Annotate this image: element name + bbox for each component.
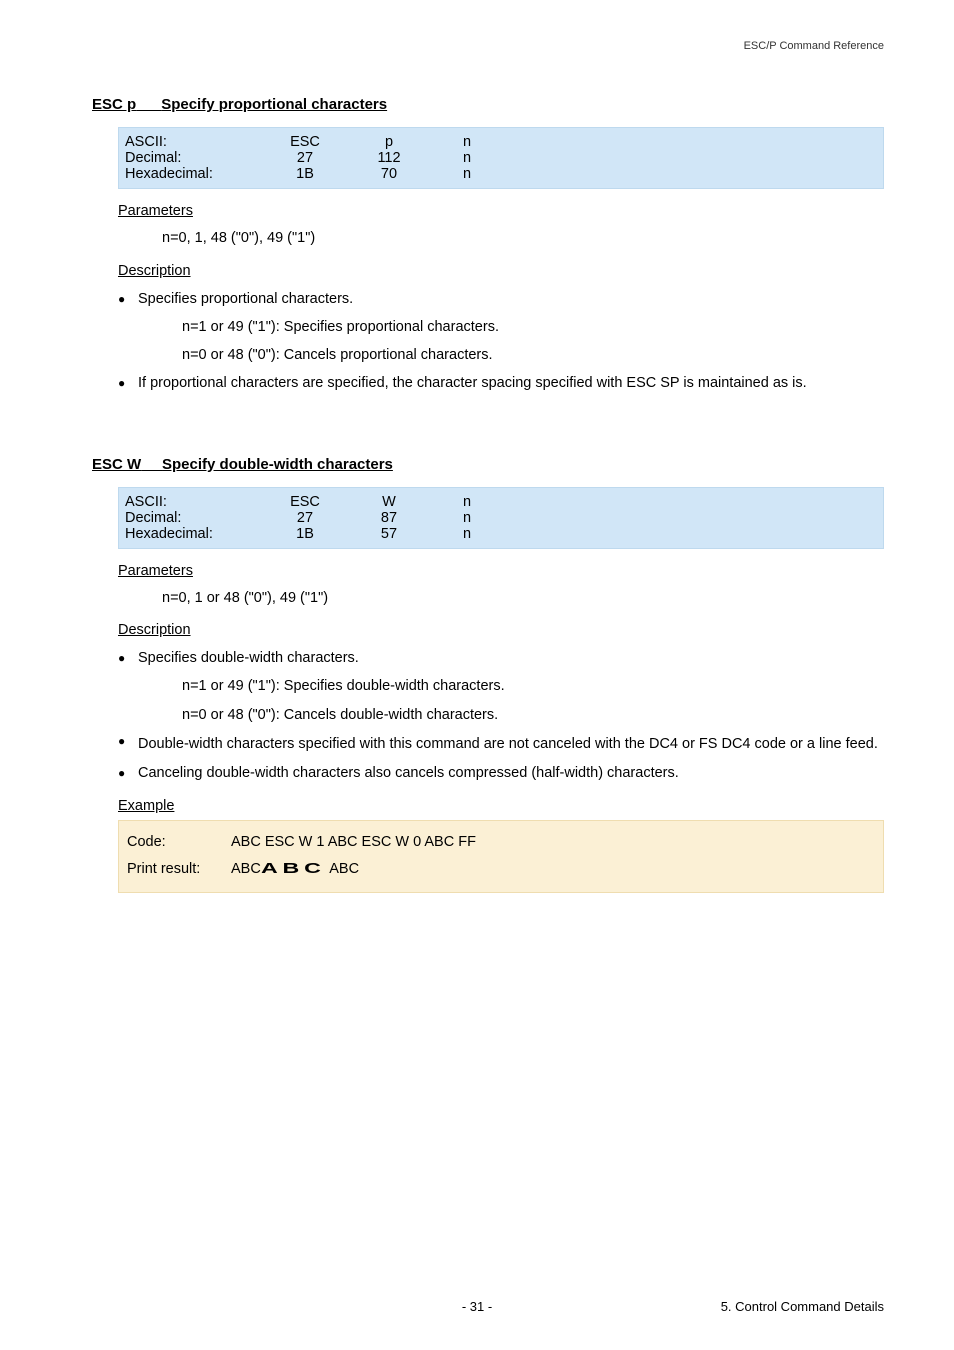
table-row: Decimal: 27 112 n [119, 150, 883, 166]
code-val: n [449, 134, 485, 150]
code-val: n [449, 494, 485, 510]
bullet-text: Specifies proportional characters. [138, 291, 353, 307]
code-val: ESC [281, 494, 329, 510]
example-block: Code: ABC ESC W 1 ABC ESC W 0 ABC FF Pri… [118, 820, 884, 893]
section-text: Specify double-width characters [162, 456, 393, 473]
table-row: Hexadecimal: 1B 57 n [119, 526, 883, 542]
list-item: If proportional characters are specified… [118, 369, 884, 397]
section-cmd: ESC p [92, 96, 136, 113]
example-code-value: ABC ESC W 1 ABC ESC W 0 ABC FF [231, 829, 476, 857]
section-cmd: ESC W [92, 456, 141, 473]
code-rowlabel: ASCII: [125, 134, 245, 150]
code-val: n [449, 150, 485, 166]
parameters-value: n=0, 1 or 48 ("0"), 49 ("1") [162, 585, 884, 613]
description-list: Specifies proportional characters. n=1 o… [118, 285, 884, 398]
description-heading: Description [118, 622, 884, 638]
code-val: n [449, 526, 485, 542]
table-row: Hexadecimal: 1B 70 n [119, 166, 883, 182]
bullet-sub: n=1 or 49 ("1"): Specifies proportional … [182, 313, 884, 341]
bullet-text: Specifies double-width characters. [138, 650, 359, 666]
code-val: 57 [365, 526, 413, 542]
table-row: Decimal: 27 87 n [119, 510, 883, 526]
example-code-label: Code: [127, 829, 231, 857]
print-seg-normal: ABC [231, 856, 261, 884]
example-print-value: ABCABCABC [231, 856, 359, 884]
code-rowlabel: Hexadecimal: [125, 166, 245, 182]
example-heading: Example [118, 798, 884, 814]
code-val: 1B [281, 166, 329, 182]
example-print-row: Print result: ABCABCABC [119, 856, 883, 884]
code-val: 70 [365, 166, 413, 182]
code-rowlabel: Decimal: [125, 150, 245, 166]
print-seg-normal: ABC [329, 856, 359, 884]
code-val: 27 [281, 150, 329, 166]
section-body-escp: ASCII: ESC p n Decimal: 27 112 n Hexadec… [118, 127, 884, 398]
example-code-row: Code: ABC ESC W 1 ABC ESC W 0 ABC FF [119, 829, 883, 857]
code-val: 112 [365, 150, 413, 166]
example-print-label: Print result: [127, 856, 231, 884]
page-number: - 31 - [462, 1299, 492, 1314]
description-list: Specifies double-width characters. n=1 o… [118, 644, 884, 788]
code-rowlabel: ASCII: [125, 494, 245, 510]
footer-section: 5. Control Command Details [721, 1299, 884, 1314]
bullet-sub: n=0 or 48 ("0"): Cancels proportional ch… [182, 341, 884, 369]
list-item: Canceling double-width characters also c… [118, 759, 884, 787]
list-item: Specifies proportional characters. n=1 o… [118, 285, 884, 370]
description-heading: Description [118, 263, 884, 279]
code-val: 87 [365, 510, 413, 526]
bullet-text: Canceling double-width characters also c… [138, 765, 679, 781]
parameters-heading: Parameters [118, 203, 884, 219]
print-seg-wide: ABC [261, 856, 326, 884]
list-item: Double-width characters specified with t… [118, 729, 884, 759]
code-table: ASCII: ESC W n Decimal: 27 87 n Hexadeci… [118, 487, 884, 549]
code-val: ESC [281, 134, 329, 150]
code-table: ASCII: ESC p n Decimal: 27 112 n Hexadec… [118, 127, 884, 189]
bullet-text: If proportional characters are specified… [138, 375, 807, 391]
table-row: ASCII: ESC W n [119, 494, 883, 510]
bullet-sub: n=1 or 49 ("1"): Specifies double-width … [182, 672, 884, 700]
parameters-heading: Parameters [118, 563, 884, 579]
code-val: 1B [281, 526, 329, 542]
parameters-value: n=0, 1, 48 ("0"), 49 ("1") [162, 225, 884, 253]
page-footer: - 31 - 5. Control Command Details [0, 1299, 954, 1314]
code-val: W [365, 494, 413, 510]
code-rowlabel: Decimal: [125, 510, 245, 526]
section-body-escw: ASCII: ESC W n Decimal: 27 87 n Hexadeci… [118, 487, 884, 893]
bullet-text: Double-width characters specified with t… [138, 736, 878, 752]
code-val: 27 [281, 510, 329, 526]
list-item: Specifies double-width characters. n=1 o… [118, 644, 884, 729]
section-text: Specify proportional characters [161, 96, 387, 113]
code-val: n [449, 166, 485, 182]
section-title-escp: ESC p Specify proportional characters [92, 96, 884, 113]
page-header: ESC/P Command Reference [744, 40, 884, 52]
table-row: ASCII: ESC p n [119, 134, 883, 150]
code-rowlabel: Hexadecimal: [125, 526, 245, 542]
bullet-sub: n=0 or 48 ("0"): Cancels double-width ch… [182, 701, 884, 729]
code-val: n [449, 510, 485, 526]
code-val: p [365, 134, 413, 150]
section-title-escw: ESC W Specify double-width characters [92, 456, 884, 473]
